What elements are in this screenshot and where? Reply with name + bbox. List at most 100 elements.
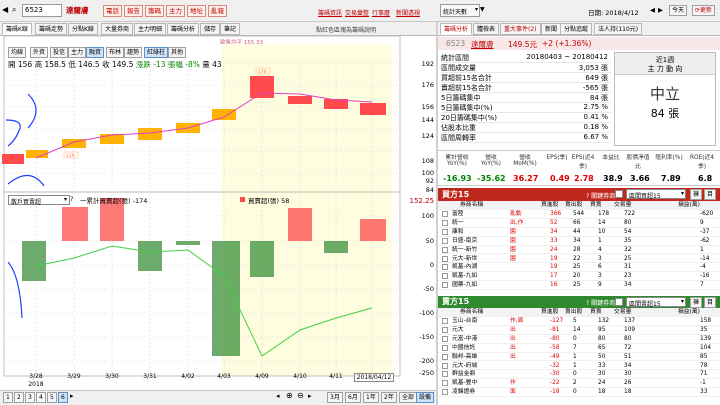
table-row[interactable]: 凱基-豐中 作 -22 2 24 26 -1 (438, 379, 720, 389)
broker-name[interactable]: 聯邦-高雄 (452, 353, 477, 362)
broker-name[interactable]: 統一 (452, 219, 464, 228)
dropdown-arrow-icon[interactable]: ▼ (480, 6, 485, 13)
sell-range-select[interactable]: 區間賣超15 ▾ (626, 297, 686, 308)
table-row[interactable]: 富陸 亂動 366 544 178 722 -620 (438, 210, 720, 219)
bar-7[interactable] (250, 241, 274, 277)
table-row[interactable]: 群益金鼎 -30 0 30 30 71 (438, 370, 720, 380)
row-checkbox[interactable] (442, 318, 448, 324)
broker-name[interactable]: 群益金鼎 (452, 370, 475, 379)
table-row[interactable]: 元富-中港 出 -80 0 80 80 139 (438, 335, 720, 344)
buy-filter-checkbox[interactable] (615, 190, 623, 198)
link-calendar[interactable]: 行事曆 (372, 8, 390, 17)
stat-days-select[interactable]: 統計天數 ▾ (440, 4, 480, 17)
sell-filter-label[interactable]: ? 關鍵券商 (586, 298, 615, 307)
row-checkbox[interactable] (442, 228, 448, 235)
link-trade-summary[interactable]: 交易彙整 (345, 8, 369, 17)
bar-4[interactable] (138, 241, 162, 271)
row-checkbox[interactable] (442, 353, 448, 360)
stock-code-input[interactable]: 6523 (22, 4, 62, 17)
page-2[interactable]: 2 (14, 392, 24, 403)
tab-save[interactable]: 儲存 (200, 23, 221, 35)
tab-branch-kline[interactable]: 分點K線 (68, 23, 98, 35)
tab-chips-analysis[interactable]: 籌碼分析 (167, 23, 200, 35)
bar-9[interactable] (324, 241, 348, 253)
table-row[interactable]: 日盛-南京 園 33 34 1 35 -62 (438, 237, 720, 246)
refresh-button[interactable]: ⟳更新 (692, 5, 716, 16)
broker-name[interactable]: 玉山-台南 (452, 317, 477, 326)
table-row[interactable]: 凌鋒證券 面 -18 0 18 18 33 (438, 388, 720, 398)
bar-5[interactable] (176, 241, 200, 245)
broker-name[interactable]: 統一-新竹 (452, 246, 477, 255)
rtab-news[interactable]: 新聞 (541, 23, 562, 35)
buy-btn-2[interactable]: 目 (704, 189, 717, 200)
range-1y[interactable]: 1年 (363, 392, 379, 403)
table-row[interactable]: 凱基-內湖 19 25 6 31 -4 (438, 263, 720, 273)
table-row[interactable]: 聯邦-高雄 出 -49 1 50 51 85 (438, 353, 720, 362)
phone-button[interactable]: 電話 (103, 5, 122, 17)
candle-8[interactable] (250, 76, 274, 98)
tab-notes[interactable]: 筆記 (220, 23, 241, 35)
search-icon[interactable]: ⌕ (12, 5, 16, 15)
row-checkbox[interactable] (442, 326, 448, 333)
candle-5[interactable] (138, 128, 162, 140)
page-next-icon[interactable]: ▸ (70, 392, 74, 400)
range-3m[interactable]: 3月 (327, 392, 343, 403)
rtab-institution[interactable]: 法人持(110元) (594, 23, 643, 35)
rtab-branch[interactable]: 分點追蹤 (560, 23, 593, 35)
table-row[interactable]: 元大 出 -81 14 95 109 35 (438, 326, 720, 335)
page-3[interactable]: 3 (25, 392, 35, 403)
row-checkbox[interactable] (442, 282, 448, 289)
broker-name[interactable]: 凱基-內湖 (452, 263, 477, 272)
row-checkbox[interactable] (442, 362, 448, 369)
scroll-right-icon[interactable]: ▸ (308, 392, 312, 400)
row-checkbox[interactable] (442, 255, 448, 262)
row-checkbox[interactable] (442, 219, 448, 226)
row-checkbox[interactable] (442, 211, 448, 217)
rtab-events[interactable]: 重大事件(2) (500, 23, 541, 35)
bar-6[interactable] (212, 241, 240, 356)
row-checkbox[interactable] (442, 264, 448, 271)
page-5[interactable]: 5 (47, 392, 57, 403)
candle-9[interactable] (288, 96, 312, 104)
sell-filter-checkbox[interactable] (615, 298, 623, 306)
stock-name-link[interactable]: 達爾膚 (471, 39, 494, 50)
report-button[interactable]: 報告 (124, 5, 143, 17)
broker-name[interactable]: 富陸 (452, 210, 464, 219)
tab-main-detail[interactable]: 主力明細 (134, 23, 167, 35)
bar-8[interactable] (288, 208, 312, 241)
row-checkbox[interactable] (442, 371, 448, 378)
row-checkbox[interactable] (442, 237, 448, 244)
buy-filter-label[interactable]: ? 關鍵券商 (586, 191, 615, 200)
sell-btn-2[interactable]: 目 (704, 297, 717, 308)
bar-1[interactable] (22, 241, 46, 281)
lower-indicator-select[interactable]: 散戶買賣超 ▾ (8, 195, 70, 206)
range-all[interactable]: 全部 (399, 392, 418, 403)
table-row[interactable]: 康和 園 34 44 10 54 -37 (438, 228, 720, 237)
row-checkbox[interactable] (442, 335, 448, 342)
candle-1[interactable] (2, 154, 24, 164)
link-news[interactable]: 新聞透視 (396, 8, 420, 17)
row-checkbox[interactable] (442, 389, 448, 396)
scroll-left-icon[interactable]: ◂ (276, 392, 280, 400)
page-1[interactable]: 1 (3, 392, 13, 403)
address-button[interactable]: 地址 (187, 5, 206, 17)
table-row[interactable]: 統一-新竹 園 24 28 4 32 1 (438, 246, 720, 255)
bar-2[interactable] (62, 207, 88, 241)
page-6[interactable]: 6 (58, 392, 68, 403)
chips-button[interactable]: 籌碼 (145, 5, 164, 17)
table-row[interactable]: 統一 出,作 52 66 14 80 9 (438, 219, 720, 228)
broker-name[interactable]: 凱基-九如 (452, 272, 477, 281)
zoom-out-icon[interactable]: ⊖ (297, 391, 304, 400)
table-row[interactable]: 國票-九如 16 25 9 34 7 (438, 281, 720, 291)
page-4[interactable]: 4 (36, 392, 46, 403)
range-2y[interactable]: 2年 (381, 392, 397, 403)
help-icon[interactable]: ? (70, 195, 73, 203)
row-checkbox[interactable] (442, 273, 448, 280)
broker-name[interactable]: 元大-新世 (452, 255, 477, 264)
candle-7[interactable] (212, 109, 236, 120)
date-next-icon[interactable]: ▶ (658, 6, 663, 14)
broker-name[interactable]: 中國信託 (452, 344, 475, 353)
broker-name[interactable]: 元富-中港 (452, 335, 477, 344)
bar-10[interactable] (360, 219, 386, 241)
candle-11[interactable] (360, 103, 386, 115)
